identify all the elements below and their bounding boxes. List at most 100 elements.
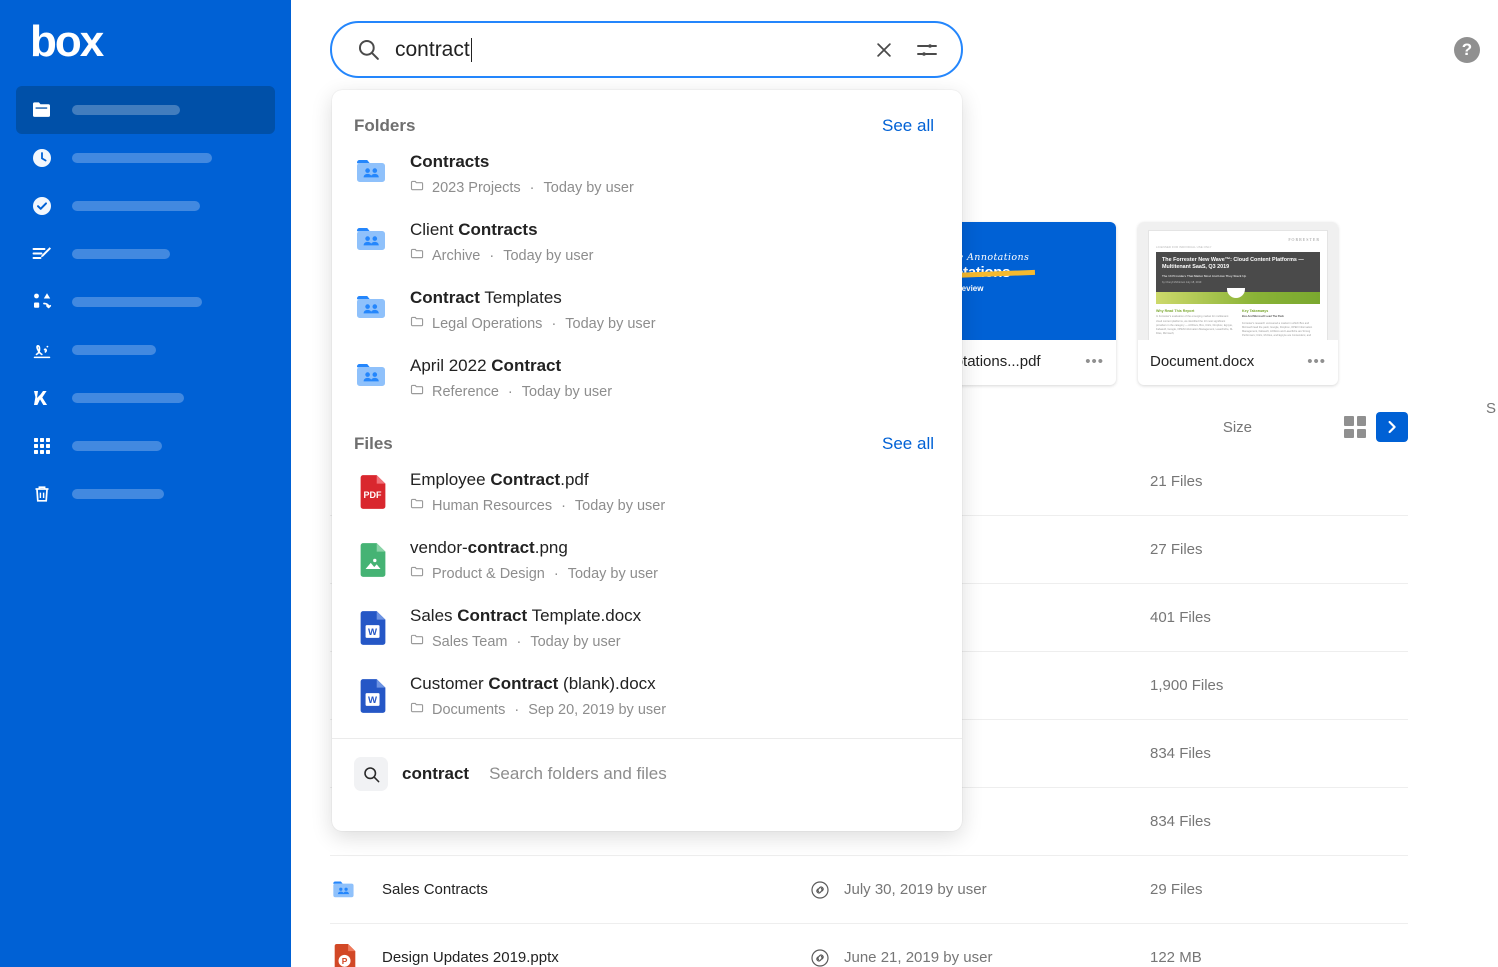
apps-grid-icon: [30, 434, 54, 458]
search-input[interactable]: contract: [395, 38, 859, 62]
table-row-date-text: June 21, 2019 by user: [844, 949, 992, 966]
file-suggestion-body: Customer Contract (blank).docx Documents…: [410, 673, 666, 720]
thumbnail-col2-body: Forrester's research uncovered a market …: [1242, 322, 1320, 339]
folder-modified: Today by user: [522, 384, 612, 400]
sidebar-item-notes[interactable]: [16, 230, 275, 278]
meta-separator: ·: [561, 498, 566, 514]
meta-separator: ·: [530, 180, 535, 196]
table-cell-size: 834 Files: [1150, 813, 1408, 830]
file-modified: Today by user: [575, 498, 665, 514]
file-modified: Today by user: [568, 566, 658, 582]
table-cell-name: P Design Updates 2019.pptx: [330, 943, 810, 967]
svg-text:PDF: PDF: [364, 490, 383, 500]
sidebar-item-label: [72, 393, 184, 403]
table-cell-name: Sales Contracts: [330, 875, 810, 905]
file-suggestion-item[interactable]: W Customer Contract (blank).docx Documen…: [332, 662, 962, 730]
sidebar-item-synced[interactable]: [16, 182, 275, 230]
folders-section-header: Folders See all: [332, 90, 962, 140]
folder-suggestion-item[interactable]: Contract Templates Legal Operations · To…: [332, 276, 962, 344]
path-folder-icon: [410, 382, 425, 401]
table-row-name-text: Sales Contracts: [382, 881, 488, 898]
table-row[interactable]: Sales Contracts July 30, 2019 by user 29…: [330, 856, 1408, 924]
thumbnail-col2-bold: Box And Microsoft Lead The Pack: [1242, 315, 1320, 319]
folders-section-title: Folders: [354, 116, 415, 136]
word-file-icon: W: [354, 677, 392, 715]
more-options-icon[interactable]: •••: [1085, 353, 1104, 370]
files-section-title: Files: [354, 434, 393, 454]
folder-icon: [30, 98, 54, 122]
filter-icon[interactable]: [915, 38, 939, 62]
box-logo[interactable]: box: [0, 0, 291, 64]
folders-see-all-link[interactable]: See all: [882, 116, 934, 136]
sidebar-item-label: [72, 441, 162, 451]
chevron-right-icon[interactable]: [1376, 412, 1408, 442]
files-see-all-link[interactable]: See all: [882, 434, 934, 454]
more-options-icon[interactable]: •••: [1307, 353, 1326, 370]
notes-icon: [30, 242, 54, 266]
clear-search-icon[interactable]: [873, 39, 895, 61]
folder-suggestion-body: Contracts 2023 Projects · Today by user: [410, 151, 634, 198]
folder-suggestion-body: Contract Templates Legal Operations · To…: [410, 287, 656, 334]
search-all-row[interactable]: contract Search folders and files: [332, 739, 962, 809]
sidebar-item-trash[interactable]: [16, 470, 275, 518]
sidebar-item-label: [72, 105, 180, 115]
collab-folder-icon: [354, 291, 392, 329]
sidebar-item-label: [72, 489, 164, 499]
ppt-file-icon: P: [330, 943, 360, 967]
sidebar-item-label: [72, 201, 200, 211]
folder-suggestion-meta: Archive · Today by user: [410, 246, 593, 265]
grid-view-icon[interactable]: [1344, 416, 1366, 438]
folder-modified: Today by user: [544, 180, 634, 196]
search-input-value: contract: [395, 38, 470, 62]
sidebar-item-canvas[interactable]: [16, 278, 275, 326]
search-icon: [354, 757, 388, 791]
text-cursor: [471, 38, 473, 62]
table-cell-size: 834 Files: [1150, 745, 1408, 762]
table-cell-size: 1,900 Files: [1150, 677, 1408, 694]
file-suggestion-item[interactable]: vendor-contract.png Product & Design · T…: [332, 526, 962, 594]
folder-suggestion-item[interactable]: April 2022 Contract Reference · Today by…: [332, 344, 962, 412]
table-cell-date: July 30, 2019 by user: [810, 880, 1150, 900]
table-cell-size: 29 Files: [1150, 881, 1408, 898]
thumbnail-col1-body: In Forrester's evaluation of the emergin…: [1156, 315, 1234, 336]
path-folder-icon: [410, 314, 425, 333]
help-icon[interactable]: ?: [1454, 37, 1480, 63]
search-bar[interactable]: contract: [330, 21, 963, 78]
thumbnail-byline: by Cheryl McKinnon July 18, 2019: [1162, 281, 1314, 285]
sidebar-item-apps[interactable]: [16, 422, 275, 470]
folder-modified: Today by user: [565, 316, 655, 332]
sidebar-item-recents[interactable]: [16, 134, 275, 182]
thumbnail-col2-head: Key Takeaways: [1242, 309, 1320, 313]
file-card-name: Document.docx: [1150, 353, 1254, 370]
folder-suggestion-body: Client Contracts Archive · Today by user: [410, 219, 593, 266]
hubs-icon: [30, 386, 54, 410]
table-cell-date: June 21, 2019 by user: [810, 948, 1150, 967]
sidebar-item-sign[interactable]: [16, 326, 275, 374]
file-suggestion-body: Sales Contract Template.docx Sales Team …: [410, 605, 641, 652]
meta-separator: ·: [514, 702, 519, 718]
sidebar-item-label: [72, 345, 156, 355]
column-header-size[interactable]: Size: [1223, 419, 1252, 436]
check-circle-icon: [30, 194, 54, 218]
path-folder-icon: [410, 496, 425, 515]
clock-icon: [30, 146, 54, 170]
file-suggestion-item[interactable]: PDF Employee Contract.pdf Human Resource…: [332, 458, 962, 526]
sidebar-item-hubs[interactable]: [16, 374, 275, 422]
meta-separator: ·: [554, 566, 559, 582]
search-all-hint: Search folders and files: [489, 764, 667, 784]
folder-suggestion-item[interactable]: Contracts 2023 Projects · Today by user: [332, 140, 962, 208]
file-suggestion-title: Employee Contract.pdf: [410, 470, 589, 489]
file-suggestion-meta: Human Resources · Today by user: [410, 496, 665, 515]
table-row[interactable]: P Design Updates 2019.pptx June 21, 2019…: [330, 924, 1408, 967]
collab-folder-icon: [354, 223, 392, 261]
file-path: Sales Team: [432, 634, 508, 650]
file-card[interactable]: FORRESTER LICENSED FOR INDIVIDUAL USE ON…: [1138, 222, 1338, 385]
file-suggestion-item[interactable]: W Sales Contract Template.docx Sales Tea…: [332, 594, 962, 662]
sidebar-item-all-files[interactable]: [16, 86, 275, 134]
folder-suggestion-title: Contracts: [410, 152, 489, 171]
file-card-strip: Mobile Annotations Annotations Design Re…: [916, 222, 1338, 385]
file-suggestion-body: Employee Contract.pdf Human Resources · …: [410, 469, 665, 516]
folder-path: Legal Operations: [432, 316, 542, 332]
table-cell-size: 21 Files: [1150, 473, 1408, 490]
folder-suggestion-item[interactable]: Client Contracts Archive · Today by user: [332, 208, 962, 276]
